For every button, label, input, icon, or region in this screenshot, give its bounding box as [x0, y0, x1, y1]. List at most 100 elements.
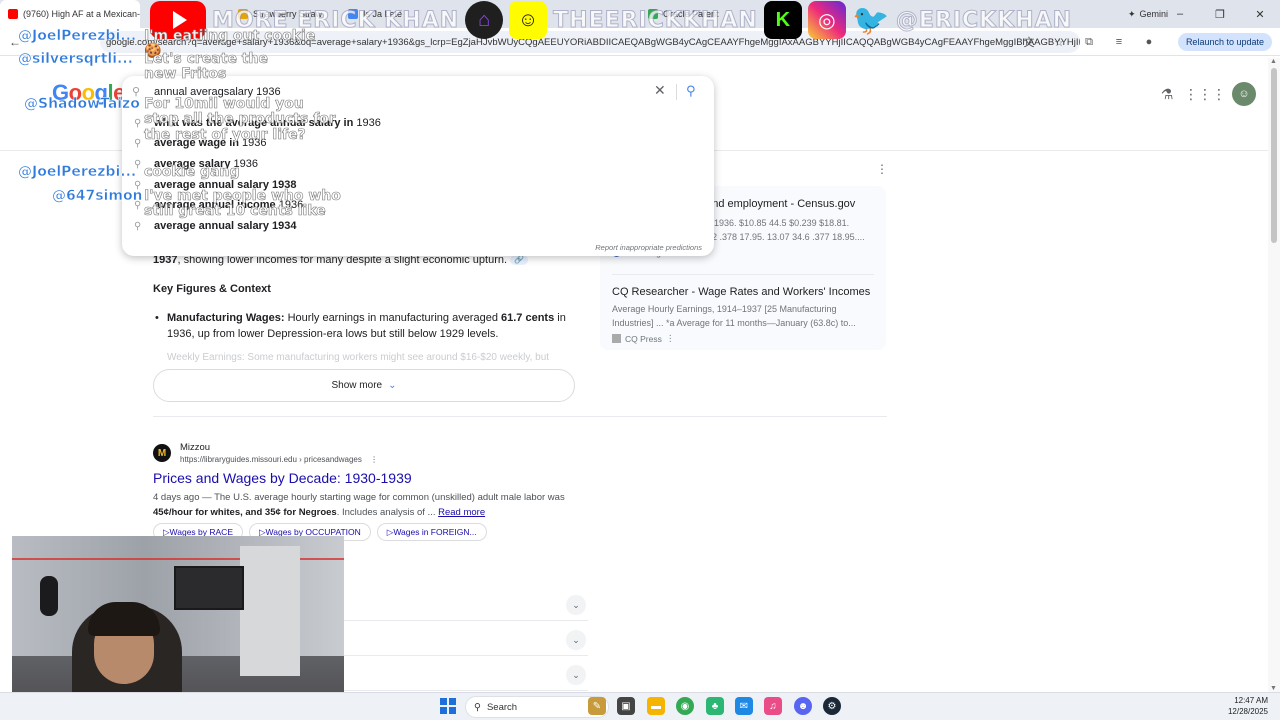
profile-icon[interactable]: ● — [1138, 31, 1160, 53]
more-options-icon[interactable]: ⋮ — [876, 162, 888, 176]
youtube-tab-icon — [8, 9, 18, 19]
chat-message: Let's create the new Fritos — [144, 51, 269, 83]
source-divider — [612, 274, 874, 275]
ai-bullet: • Manufacturing Wages: Hourly earnings i… — [155, 312, 566, 340]
file-explorer-icon[interactable]: ▬ — [647, 697, 665, 715]
search-submit-icon[interactable]: ⚲ — [686, 83, 696, 99]
maximize-button[interactable]: ❐ — [1200, 0, 1240, 28]
suggestion-bold: average annual salary 1934 — [154, 220, 297, 232]
suggestion-rest: 1936 — [353, 117, 381, 129]
people-also-ask-row[interactable]: ⌄ — [344, 622, 588, 656]
app-icon[interactable]: ♣ — [706, 697, 724, 715]
webcam-door — [240, 546, 300, 676]
snippet-bold: 45¢/hour for whites, and 35¢ for Negroes — [153, 507, 337, 518]
result-url[interactable]: https://libraryguides.missouri.edu › pri… — [180, 455, 378, 464]
search-icon: ⚲ — [134, 137, 142, 149]
page-scrollbar[interactable]: ▲ ▼ — [1268, 58, 1280, 692]
discord-icon[interactable]: ☻ — [794, 697, 812, 715]
source-title[interactable]: CQ Researcher - Wage Rates and Workers' … — [612, 286, 878, 298]
clear-icon[interactable]: ✕ — [654, 82, 666, 99]
chat-message: cookie gang — [144, 164, 240, 180]
streamer-hair — [88, 602, 160, 636]
scrollbar-thumb[interactable] — [1271, 68, 1277, 243]
snippet-text: 4 days ago — The U.S. average hourly sta… — [153, 492, 565, 503]
labs-flask-icon[interactable]: ⚗ — [1156, 83, 1178, 105]
result-snippet: 4 days ago — The U.S. average hourly sta… — [153, 490, 573, 520]
source-name: CQ Press — [625, 333, 662, 344]
people-also-ask-row[interactable]: ⌄ — [344, 587, 588, 621]
show-more-label: Show more — [331, 380, 383, 391]
kebab-icon[interactable]: ⋮ — [370, 455, 378, 464]
system-clock[interactable]: 12:47 AM 12/28/2025 — [1228, 695, 1268, 717]
mizzou-favicon-icon: M — [153, 444, 171, 462]
avatar[interactable]: ☺ — [1232, 82, 1256, 106]
scroll-up-icon[interactable]: ▲ — [1270, 58, 1277, 65]
source-attribution: CQ Press ⋮ — [612, 333, 878, 344]
banner-text: THEERICKKHAN — [553, 7, 758, 33]
extensions-icon[interactable]: ⧉ — [1078, 31, 1100, 53]
chevron-down-icon: ⌄ — [566, 595, 586, 615]
microphone-icon — [40, 576, 58, 616]
tab-youtube[interactable]: (9760) High AF at a Mexican-V — [0, 0, 140, 28]
clock-date: 12/28/2025 — [1227, 707, 1268, 716]
apps-grid-icon[interactable]: ⋮⋮⋮ — [1184, 83, 1226, 105]
taskbar-search-label: Search — [486, 701, 518, 713]
chat-username: @ShadowTaizo — [24, 96, 140, 112]
webcam-tv — [174, 566, 244, 610]
chat-username: @silversqrtli... — [18, 51, 133, 67]
source-snippet: Industries] ... *a Average for 11 months… — [612, 318, 856, 328]
itunes-icon[interactable]: ♫ — [764, 697, 782, 715]
result-title-link[interactable]: Prices and Wages by Decade: 1930-1939 — [153, 470, 412, 486]
ai-heading: Key Figures & Context — [153, 283, 271, 295]
bullet-label: Manufacturing Wages: — [167, 312, 285, 324]
gemini-icon: ✦ — [1128, 8, 1136, 19]
kick-logo-icon: K — [763, 1, 802, 39]
window-controls: – ❐ ✕ — [1160, 0, 1280, 28]
search-divider — [676, 84, 677, 100]
windows-taskbar: ⚲ Search ✎ ▣ ▬ ◉ ♣ ✉ ♫ ☻ ⚙ 12:47 AM 12/2… — [0, 692, 1280, 720]
scroll-down-icon[interactable]: ▼ — [1270, 685, 1277, 692]
result-site-name[interactable]: Mizzou — [180, 442, 210, 453]
search-icon: ⚲ — [134, 220, 142, 232]
snapchat-logo-icon: ☺ — [509, 1, 548, 39]
chat-username: @JoelPerezbi... — [18, 164, 137, 180]
cq-favicon-icon — [612, 334, 621, 343]
instagram-logo-icon: ◎ — [807, 1, 846, 39]
chat-message: For 10mil would you stop all the product… — [144, 96, 336, 143]
chevron-down-icon: ⌄ — [388, 380, 397, 391]
close-button[interactable]: ✕ — [1240, 0, 1280, 28]
windows-start-icon[interactable] — [440, 698, 456, 714]
task-view-icon[interactable]: ▣ — [617, 697, 635, 715]
chrome-icon[interactable]: ◉ — [676, 697, 694, 715]
chat-username: @647simon — [52, 188, 143, 204]
clock-time: 12:47 AM — [1234, 696, 1268, 705]
chat-message: I've met people who who still great 10 c… — [144, 188, 341, 220]
chevron-down-icon: ⌄ — [566, 665, 586, 685]
search-icon: ⚲ — [474, 701, 481, 713]
minimize-button[interactable]: – — [1160, 0, 1200, 28]
tab-label: (9760) High AF at a Mexican-V — [23, 9, 140, 19]
read-more-link[interactable]: Read more — [438, 507, 485, 518]
mail-icon[interactable]: ✉ — [735, 697, 753, 715]
chip-wages-in-foreign[interactable]: ▷Wages in FOREIGN... — [376, 523, 487, 541]
account-area: ⚗ ⋮⋮⋮ ☺ — [1156, 82, 1256, 106]
twitter-logo-icon: 🐦 — [852, 3, 890, 37]
show-more-button[interactable]: Show more ⌄ — [153, 369, 575, 402]
reading-list-icon[interactable]: ≡ — [1108, 31, 1130, 53]
widget-icon[interactable]: ✎ — [588, 697, 606, 715]
result-url-text: https://libraryguides.missouri.edu › pri… — [180, 455, 362, 464]
section-divider — [153, 416, 887, 417]
chevron-down-icon: ⌄ — [566, 630, 586, 650]
link-icon[interactable]: 🔗 — [510, 255, 529, 266]
report-predictions-link[interactable]: Report inappropriate predictions — [595, 243, 702, 252]
kebab-icon[interactable]: ⋮ — [666, 333, 675, 344]
relaunch-button[interactable]: Relaunch to update — [1177, 33, 1272, 51]
search-icon: ⚲ — [134, 117, 142, 129]
source-snippet: Average Hourly Earnings, 1914–1937 [25 M… — [612, 304, 837, 314]
banner-text: @ERICKKHAN — [895, 7, 1073, 33]
steam-icon[interactable]: ⚙ — [823, 697, 841, 715]
source-card-cq[interactable]: CQ Researcher - Wage Rates and Workers' … — [612, 286, 878, 344]
ai-faded-bullet: Weekly Earnings: Some manufacturing work… — [167, 352, 550, 363]
bullet-text: Hourly earnings in manufacturing average… — [284, 312, 502, 324]
people-also-ask-row[interactable]: ⌄ — [344, 657, 588, 691]
